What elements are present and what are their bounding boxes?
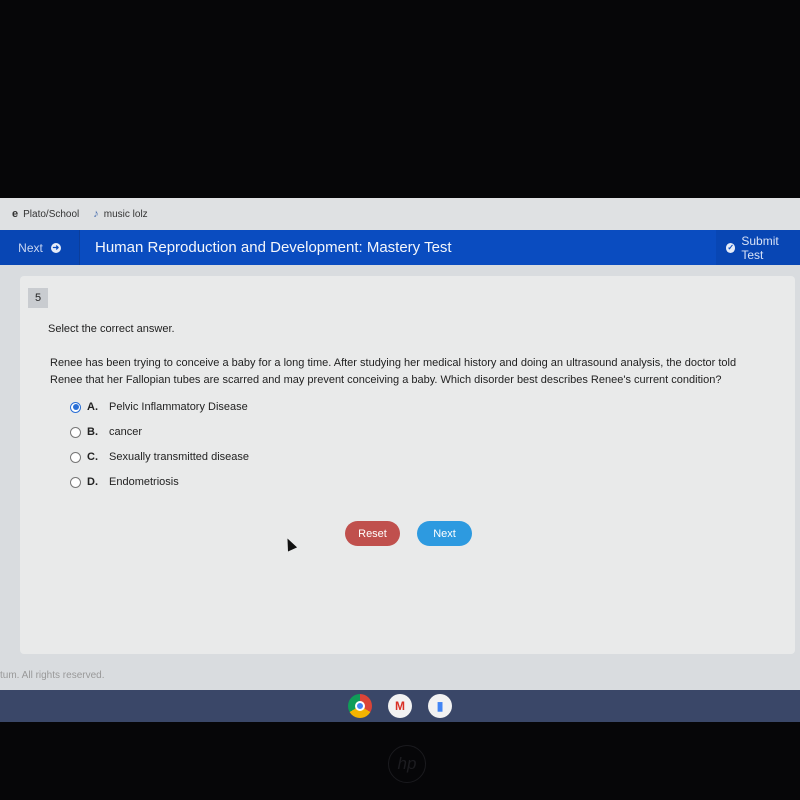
radio-button[interactable]	[70, 476, 81, 488]
question-card: 5 Select the correct answer. Renee has b…	[20, 276, 795, 654]
bookmarks-bar: e Plato/School ♪ music lolz	[0, 198, 800, 230]
option-letter: D.	[87, 476, 98, 488]
option-d[interactable]: D. Endometriosis	[70, 476, 179, 488]
radio-button[interactable]	[70, 401, 81, 413]
test-header: Next ➜ Human Reproduction and Development…	[0, 230, 800, 265]
option-a[interactable]: A. Pelvic Inflammatory Disease	[70, 401, 248, 413]
docs-icon[interactable]: ▮	[428, 694, 452, 718]
option-letter: A.	[87, 401, 98, 413]
submit-label: Submit Test	[741, 233, 779, 262]
next-button[interactable]: Next	[417, 521, 472, 546]
bookmark-plato[interactable]: e Plato/School	[12, 208, 79, 220]
instruction: Select the correct answer.	[48, 323, 175, 335]
question-number: 5	[28, 288, 48, 308]
bookmark-label: music lolz	[103, 208, 148, 220]
submit-test-button[interactable]: ✓ Submit Test	[716, 230, 800, 265]
hp-logo: hp	[388, 745, 426, 783]
arrow-right-icon: ➜	[50, 242, 61, 253]
option-c[interactable]: C. Sexually transmitted disease	[70, 451, 249, 463]
question-text: Renee has been trying to conceive a baby…	[50, 357, 737, 386]
option-text: Pelvic Inflammatory Disease	[109, 401, 248, 413]
screen: e Plato/School ♪ music lolz Next ➜ Human Re…	[0, 198, 800, 722]
page-title: Human Reproduction and Development: Mast…	[95, 239, 452, 256]
edmentum-icon: e	[12, 208, 19, 220]
radio-button[interactable]	[70, 451, 81, 463]
bookmark-label: Plato/School	[23, 208, 80, 220]
taskbar: M ▮	[0, 690, 800, 722]
option-text: Endometriosis	[109, 476, 179, 488]
check-icon: ✓	[726, 242, 736, 253]
option-b[interactable]: B. cancer	[70, 426, 142, 438]
option-text: cancer	[109, 426, 143, 438]
option-letter: B.	[87, 426, 98, 438]
option-letter: C.	[87, 451, 98, 463]
radio-button[interactable]	[70, 426, 81, 438]
next-label: Next	[18, 240, 43, 255]
copyright: tum. All rights reserved.	[0, 670, 105, 681]
music-note-icon: ♪	[93, 208, 99, 220]
option-text: Sexually transmitted disease	[109, 451, 250, 463]
chrome-icon[interactable]	[348, 694, 372, 718]
gmail-icon[interactable]: M	[388, 694, 412, 718]
reset-button[interactable]: Reset	[345, 521, 400, 546]
header-next-button[interactable]: Next ➜	[0, 230, 80, 265]
bookmark-music[interactable]: ♪ music lolz	[93, 208, 147, 220]
